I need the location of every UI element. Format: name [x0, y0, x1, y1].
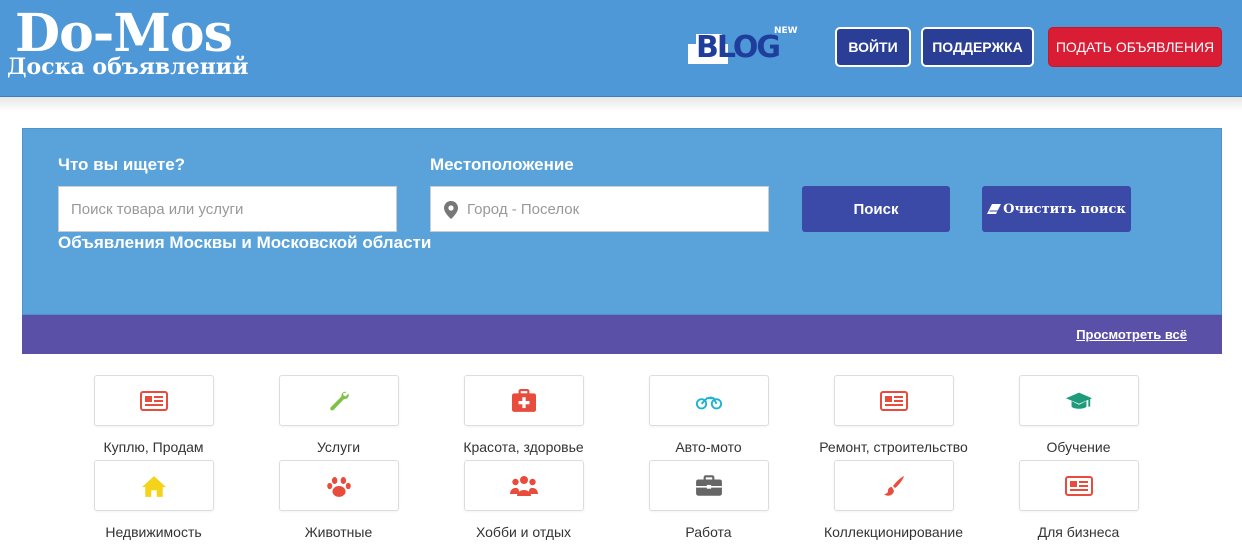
category-tile[interactable] [93, 375, 214, 426]
search-location-label: Местоположение [430, 155, 574, 174]
view-all-link[interactable]: Просмотреть всё [1076, 327, 1187, 342]
category-tile[interactable] [278, 375, 399, 426]
paw-icon [326, 476, 351, 497]
blog-logo-text: BLOG [696, 30, 781, 65]
category-auto-moto[interactable]: Авто-мото [616, 375, 801, 455]
category-tile[interactable] [463, 460, 584, 511]
location-input[interactable] [430, 186, 769, 232]
category-tile[interactable] [1018, 460, 1139, 511]
map-pin-icon [444, 201, 458, 219]
search-button[interactable]: Поиск [802, 186, 950, 232]
category-label: Ремонт, строительство [819, 439, 968, 455]
category-label: Обучение [1046, 439, 1111, 455]
category-bar: Просмотреть всё [22, 315, 1222, 354]
motorcycle-icon [695, 395, 722, 409]
users-icon [509, 475, 538, 496]
home-icon [141, 475, 166, 497]
category-real-estate[interactable]: Недвижимость [61, 460, 246, 540]
category-label: Работа [685, 524, 732, 540]
support-button[interactable]: ПОДДЕРЖКА [921, 27, 1034, 67]
header-shadow [0, 97, 1242, 111]
site-header: Do-Mos Доска объявлений BLOG NEW ВОЙТИ П… [0, 0, 1242, 97]
graduation-cap-icon [1065, 392, 1092, 409]
briefcase-icon [695, 474, 722, 496]
newspaper-icon [879, 390, 908, 411]
category-tile[interactable] [1018, 375, 1139, 426]
category-work[interactable]: Работа [616, 460, 801, 540]
category-label: Животные [304, 524, 373, 540]
category-label: Авто-мото [675, 439, 742, 455]
region-note: Объявления Москвы и Московской области [58, 233, 432, 252]
blog-link[interactable]: BLOG NEW [688, 26, 804, 68]
clear-search-label: Очистить поиск [1003, 201, 1126, 217]
category-tile[interactable] [93, 460, 214, 511]
paintbrush-icon [883, 475, 904, 496]
category-tile[interactable] [833, 375, 954, 426]
category-tile[interactable] [648, 460, 769, 511]
search-input[interactable] [58, 186, 397, 232]
category-tile[interactable] [278, 460, 399, 511]
category-repair-construction[interactable]: Ремонт, строительство [801, 375, 986, 455]
category-beauty-health[interactable]: Красота, здоровье [431, 375, 616, 455]
category-tile[interactable] [833, 460, 954, 511]
search-panel: Что вы ищете? Местоположение Объявления … [22, 128, 1222, 315]
category-hobby-leisure[interactable]: Хобби и отдых [431, 460, 616, 540]
category-tile[interactable] [648, 375, 769, 426]
eraser-icon [987, 204, 1002, 214]
category-tile[interactable] [463, 375, 584, 426]
category-services[interactable]: Услуги [246, 375, 431, 455]
medkit-icon [511, 388, 536, 412]
category-label: Услуги [316, 439, 361, 455]
category-label: Недвижимость [105, 524, 202, 540]
category-label: Хобби и отдых [475, 524, 572, 540]
category-buy-sell[interactable]: Куплю, Продам [61, 375, 246, 455]
newspaper-icon [1064, 475, 1093, 496]
category-label: Коллекционирование [823, 524, 964, 540]
clear-search-button[interactable]: Очистить поиск [982, 186, 1131, 232]
post-ad-button[interactable]: ПОДАТЬ ОБЪЯВЛЕНИЯ [1048, 27, 1222, 67]
category-education[interactable]: Обучение [986, 375, 1171, 455]
category-business[interactable]: Для бизнеса [986, 460, 1171, 540]
search-what-label: Что вы ищете? [58, 155, 186, 174]
category-collecting[interactable]: Коллекционирование [801, 460, 986, 540]
login-button[interactable]: ВОЙТИ [835, 27, 911, 67]
wrench-icon [329, 391, 349, 411]
category-label: Для бизнеса [1037, 524, 1120, 540]
category-animals[interactable]: Животные [246, 460, 431, 540]
category-label: Куплю, Продам [103, 439, 204, 455]
newspaper-icon [139, 390, 168, 411]
category-label: Красота, здоровье [463, 439, 584, 455]
logo-subtitle: Доска объявлений [7, 54, 249, 80]
blog-new-badge: NEW [774, 26, 798, 36]
